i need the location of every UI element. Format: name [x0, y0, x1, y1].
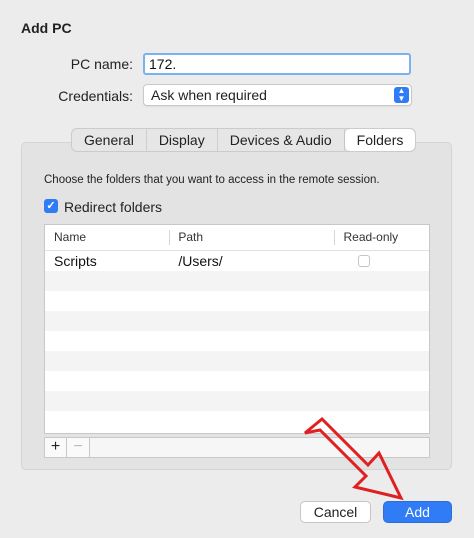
- add-folder-button[interactable]: +: [44, 437, 67, 458]
- column-header-path[interactable]: Path: [169, 225, 334, 250]
- tab-display[interactable]: Display: [147, 129, 218, 151]
- folders-table: Name Path Read-only Scripts /Users/: [44, 224, 430, 434]
- tab-folders[interactable]: Folders: [344, 129, 416, 151]
- row-name-cell: Scripts: [54, 253, 97, 269]
- redirect-folders-checkbox[interactable]: ✓: [44, 199, 58, 213]
- folders-description: Choose the folders that you want to acce…: [44, 174, 380, 186]
- add-button[interactable]: Add: [383, 501, 452, 523]
- table-row[interactable]: Scripts /Users/: [45, 251, 429, 271]
- footer-spacer: [90, 437, 430, 458]
- column-header-name[interactable]: Name: [45, 225, 169, 250]
- empty-row: [45, 271, 429, 291]
- pc-name-input[interactable]: [143, 53, 411, 75]
- empty-row: [45, 291, 429, 311]
- table-header: Name Path Read-only: [45, 225, 429, 251]
- row-path-cell: /Users/: [178, 253, 223, 269]
- remove-folder-button[interactable]: −: [67, 437, 90, 458]
- credentials-select-value: Ask when required: [151, 87, 267, 103]
- credentials-select[interactable]: Ask when required ▲ ▼: [143, 84, 412, 106]
- chevron-updown-icon: ▲ ▼: [394, 87, 409, 103]
- column-header-readonly[interactable]: Read-only: [334, 225, 429, 250]
- dialog-title: Add PC: [21, 20, 72, 36]
- tab-bar: General Display Devices & Audio Folders: [71, 128, 417, 152]
- empty-row: [45, 371, 429, 391]
- redirect-folders-label[interactable]: Redirect folders: [64, 199, 162, 215]
- cancel-button[interactable]: Cancel: [300, 501, 371, 523]
- empty-row: [45, 311, 429, 331]
- table-footer: + −: [44, 437, 430, 458]
- tab-devices-audio[interactable]: Devices & Audio: [218, 129, 345, 151]
- row-readonly-cell: [334, 251, 429, 271]
- tab-general[interactable]: General: [72, 129, 147, 151]
- credentials-label: Credentials:: [58, 88, 133, 104]
- pc-name-label: PC name:: [70, 56, 133, 72]
- empty-row: [45, 411, 429, 431]
- empty-row: [45, 391, 429, 411]
- checkmark-icon: ✓: [46, 200, 56, 212]
- empty-row: [45, 351, 429, 371]
- readonly-checkbox[interactable]: [358, 255, 371, 267]
- empty-row: [45, 331, 429, 351]
